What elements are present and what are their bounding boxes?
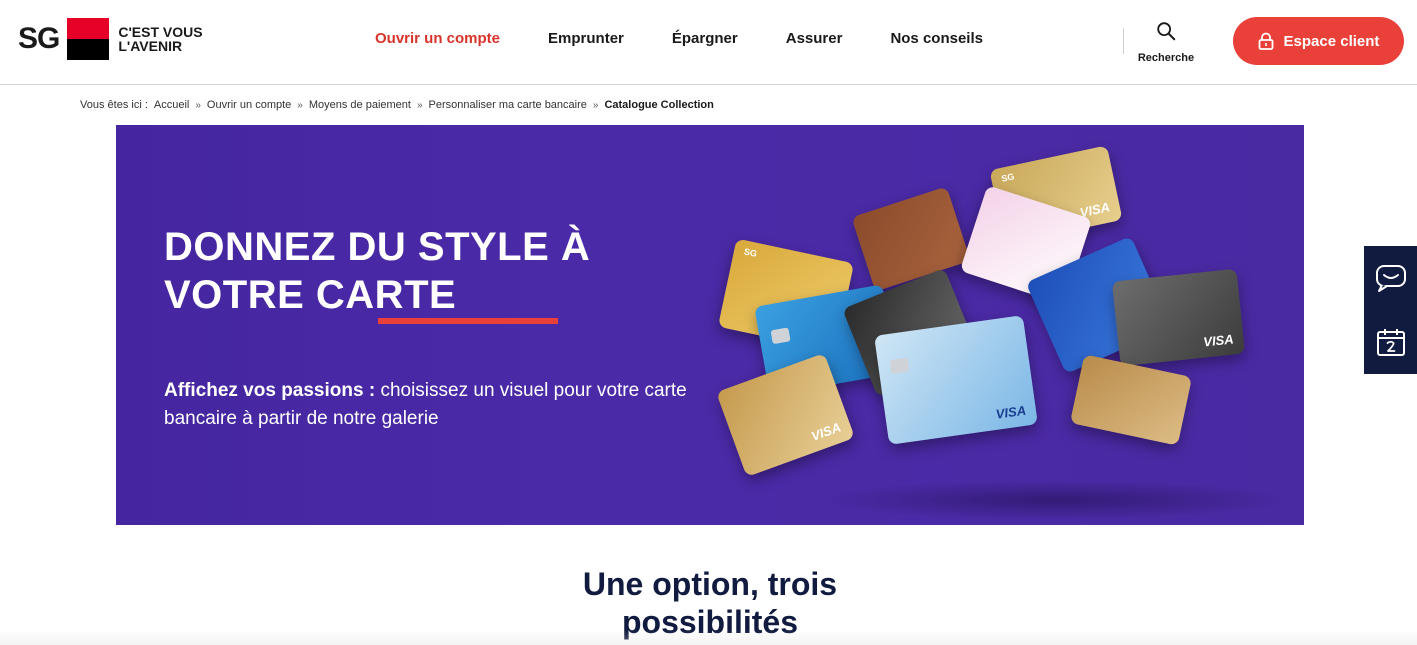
nav-emprunter[interactable]: Emprunter — [548, 30, 624, 47]
hero-description-bold: Affichez vos passions : — [164, 380, 376, 401]
double-chevron-right-icon: » — [592, 99, 599, 111]
header-divider — [1123, 28, 1124, 54]
breadcrumb-current: Catalogue Collection — [604, 99, 714, 111]
hero-shadow — [816, 480, 1296, 520]
nav-epargner[interactable]: Épargner — [672, 30, 738, 47]
double-chevron-right-icon: » — [297, 99, 303, 111]
side-widget-bar — [1364, 246, 1417, 374]
breadcrumb-personnaliser-carte[interactable]: Personnaliser ma carte bancaire — [429, 99, 587, 111]
card-visa-label: VISA — [809, 419, 843, 444]
chat-button[interactable] — [1364, 246, 1417, 310]
card-grey-pikachu: VISA — [1111, 268, 1246, 367]
appointment-button[interactable] — [1364, 310, 1417, 374]
double-chevron-right-icon: » — [416, 99, 423, 111]
card-collage-image: SG VISA SG VISA VISA VISA — [716, 145, 1276, 485]
nav-nos-conseils[interactable]: Nos conseils — [890, 30, 983, 47]
card-chocolate — [851, 186, 971, 292]
bottom-fade — [0, 630, 1417, 645]
chat-icon — [1375, 265, 1406, 292]
search-label: Recherche — [1137, 52, 1195, 64]
calendar-icon — [1376, 329, 1405, 356]
card-visa-label: VISA — [1202, 331, 1235, 350]
logo-tagline: C'EST VOUS L'AVENIR — [118, 25, 202, 53]
sg-logo[interactable]: SG C'EST VOUS L'AVENIR — [18, 18, 203, 60]
card-gold-mastercard — [1069, 354, 1193, 446]
main-nav: Ouvrir un compte Emprunter Épargner Assu… — [375, 30, 1031, 47]
logo-tagline-line2: L'AVENIR — [118, 38, 183, 54]
nav-assurer[interactable]: Assurer — [786, 30, 843, 47]
logo-flag-icon — [67, 18, 110, 60]
hero-title-underline — [378, 318, 558, 324]
search-button[interactable]: Recherche — [1134, 20, 1198, 66]
espace-client-button[interactable]: Espace client — [1233, 17, 1404, 65]
espace-client-label: Espace client — [1283, 32, 1380, 50]
search-icon — [1157, 22, 1176, 41]
breadcrumb: Vous êtes ici : Accueil » Ouvrir un comp… — [80, 99, 714, 111]
card-sg-label: SG — [743, 246, 758, 259]
breadcrumb-moyens-de-paiement[interactable]: Moyens de paiement — [309, 99, 411, 111]
hero-title: DONNEZ DU STYLE À VOTRE CARTE — [164, 225, 591, 317]
site-header: SG C'EST VOUS L'AVENIR Ouvrir un compte … — [0, 0, 1417, 85]
card-sg-label: SG — [1000, 171, 1016, 184]
logo-sg-text: SG — [18, 22, 60, 55]
double-chevron-right-icon: » — [195, 99, 201, 111]
hero-banner: DONNEZ DU STYLE À VOTRE CARTE Affichez v… — [116, 125, 1304, 525]
breadcrumb-ouvrir-un-compte[interactable]: Ouvrir un compte — [207, 99, 291, 111]
card-visa-label: VISA — [994, 402, 1027, 422]
hero-description: Affichez vos passions : choisissez un vi… — [164, 377, 704, 433]
breadcrumb-prefix: Vous êtes ici : — [80, 99, 148, 111]
breadcrumb-accueil[interactable]: Accueil — [154, 99, 189, 111]
nav-ouvrir-un-compte[interactable]: Ouvrir un compte — [375, 30, 500, 47]
lock-icon — [1258, 32, 1273, 50]
card-one-piece: VISA — [874, 315, 1038, 445]
